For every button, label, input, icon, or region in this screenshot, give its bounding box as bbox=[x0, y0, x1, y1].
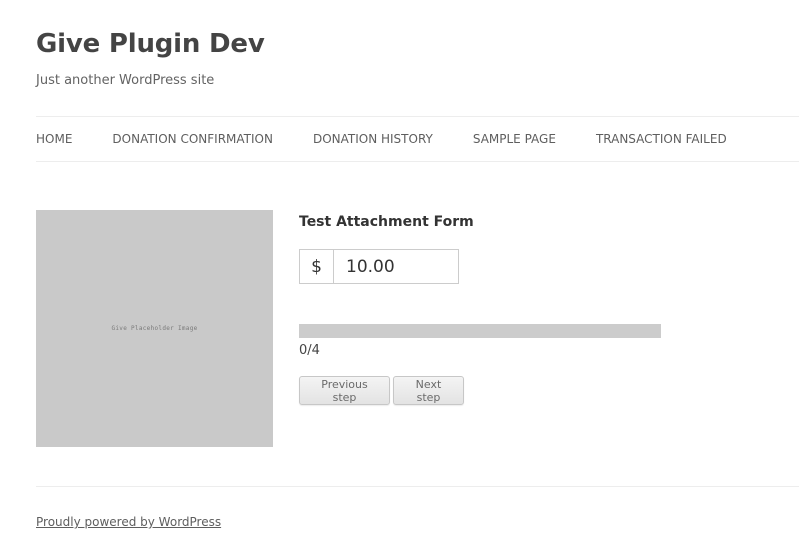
footer-divider bbox=[36, 486, 799, 487]
site-description: Just another WordPress site bbox=[36, 73, 215, 88]
donation-amount-field: $ bbox=[299, 249, 459, 284]
site-title[interactable]: Give Plugin Dev bbox=[36, 28, 265, 60]
placeholder-image-label: Give Placeholder Image bbox=[111, 325, 198, 332]
previous-step-button[interactable]: Previous step bbox=[299, 376, 390, 405]
nav-item-home[interactable]: HOME bbox=[36, 132, 72, 146]
nav-item-donation-confirmation[interactable]: DONATION CONFIRMATION bbox=[112, 132, 273, 146]
nav-item-transaction-failed[interactable]: TRANSACTION FAILED bbox=[596, 132, 727, 146]
footer-powered-by-link[interactable]: Proudly powered by WordPress bbox=[36, 514, 221, 531]
form-title: Test Attachment Form bbox=[299, 214, 474, 230]
next-step-button[interactable]: Next step bbox=[393, 376, 464, 405]
step-progress-bar bbox=[299, 324, 661, 338]
nav-divider-bottom bbox=[36, 161, 799, 162]
currency-symbol: $ bbox=[300, 250, 334, 283]
amount-input[interactable] bbox=[334, 250, 458, 283]
nav-item-donation-history[interactable]: DONATION HISTORY bbox=[313, 132, 433, 146]
main-navigation: HOME DONATION CONFIRMATION DONATION HIST… bbox=[36, 117, 767, 161]
form-placeholder-image: Give Placeholder Image bbox=[36, 210, 273, 447]
nav-item-sample-page[interactable]: SAMPLE PAGE bbox=[473, 132, 556, 146]
step-progress-text: 0/4 bbox=[299, 343, 320, 358]
